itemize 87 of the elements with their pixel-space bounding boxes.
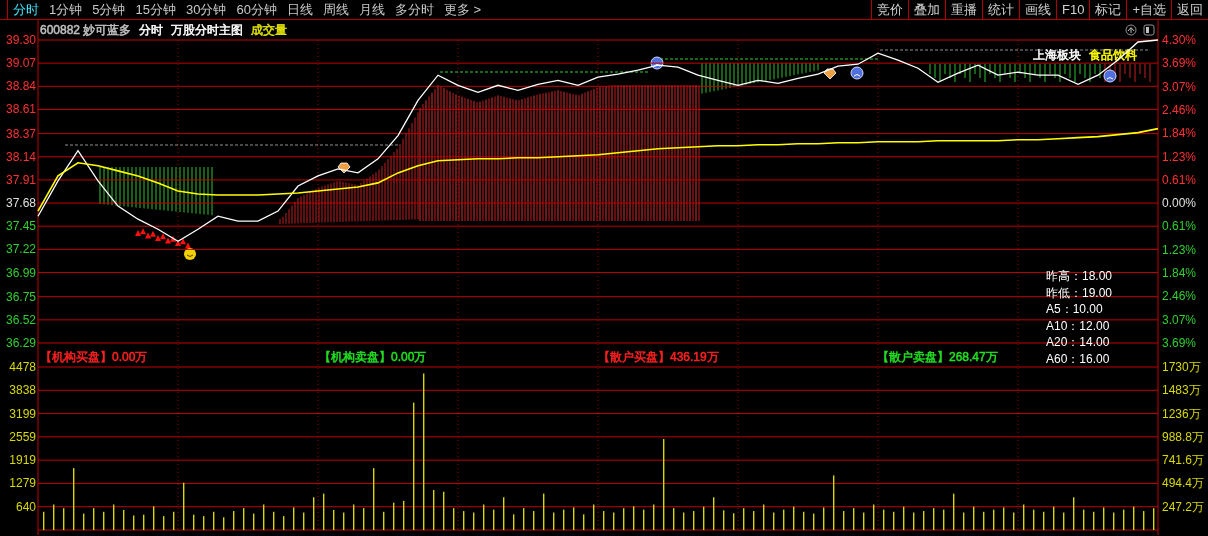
percent-axis-label: 1.84% [1162, 126, 1197, 141]
legend-text: 【机构买盘】0.00万 [40, 350, 148, 364]
timeframe-tab[interactable]: 周线 [317, 0, 354, 19]
timeframe-tab[interactable]: 更多 > [438, 0, 487, 19]
volume-axis-label: 4478 [9, 360, 36, 374]
volume-axis-label: 2559 [9, 429, 36, 444]
price-axis-label: 37.91 [5, 172, 36, 187]
triangle-markers-drawing [135, 228, 191, 249]
diamond-icon [823, 68, 837, 80]
sector-label: 上海板块 [1033, 48, 1081, 62]
volume-axis-label: 3199 [9, 406, 36, 421]
toolbar-button[interactable]: 返回 [1171, 0, 1208, 19]
amount-axis-label: 741.6万 [1162, 453, 1205, 468]
info-line: A20：14.00 [1046, 335, 1110, 349]
smiley-icon [184, 248, 196, 260]
price-axis-label: 38.61 [5, 102, 36, 117]
amount-axis-label: 1236万 [1162, 406, 1201, 421]
chart-title: 万股分时主图 [171, 23, 244, 37]
amount-axis-label: 247.2万 [1162, 499, 1205, 514]
volume-axis-label: 1919 [9, 453, 36, 468]
timeframe-tab[interactable]: 15分钟 [130, 0, 181, 19]
price-axis-label: 37.22 [5, 242, 36, 257]
percent-axis-label: 3.69% [1162, 56, 1197, 71]
price-axis-label: 36.99 [5, 265, 36, 280]
toolbar-button[interactable]: 叠加 [908, 0, 945, 19]
info-line: A10：12.00 [1046, 318, 1110, 333]
price-axis-label: 37.68 [5, 196, 36, 211]
legend-text: 【散户卖盘】268.47万 [877, 350, 998, 364]
face-icon [850, 66, 864, 80]
toolbar-button[interactable]: 重播 [945, 0, 982, 19]
toolbar-button[interactable]: +自选 [1126, 0, 1171, 19]
percent-axis-label: 3.07% [1162, 312, 1197, 327]
timeframe-tab[interactable]: 1分钟 [44, 0, 88, 19]
percent-axis-label: 1.23% [1162, 242, 1197, 257]
diamond-icon [337, 162, 351, 174]
amount-axis-label: 1730万 [1162, 360, 1201, 374]
percent-axis-label: 4.30% [1162, 33, 1197, 47]
legend-text: 【散户买盘】436.19万 [598, 350, 719, 364]
price-axis-label: 38.84 [5, 79, 36, 94]
percent-axis-label: 0.00% [1162, 196, 1197, 211]
timeframe-tab[interactable]: 60分钟 [231, 0, 282, 19]
info-line: A60：16.00 [1046, 351, 1110, 366]
percent-axis-label: 3.69% [1162, 336, 1197, 350]
percent-axis-label: 2.46% [1162, 102, 1197, 117]
chart-title: 成交量 [251, 23, 288, 37]
amount-axis-label: 494.4万 [1162, 476, 1205, 491]
price-axis-label: 38.37 [5, 126, 36, 141]
info-line: 昨低：19.00 [1046, 285, 1113, 300]
volume-axis-label: 640 [15, 499, 36, 514]
panel-toggle-icon[interactable] [1143, 24, 1155, 36]
volume-axis-label: 1279 [9, 476, 36, 491]
toolbar-button[interactable]: 竞价 [871, 0, 908, 19]
timeframe-tab[interactable]: 日线 [281, 0, 318, 19]
amount-axis-label: 988.8万 [1162, 429, 1205, 444]
price-axis-label: 37.45 [5, 219, 36, 234]
price-axis-label: 36.29 [5, 336, 36, 350]
legend-text: 【机构卖盘】0.00万 [319, 350, 427, 364]
toolbar-button[interactable]: 画线 [1019, 0, 1056, 19]
toolbar-button[interactable]: 标记 [1089, 0, 1127, 19]
collapse-up-icon[interactable] [1125, 24, 1137, 36]
percent-axis-label: 2.46% [1162, 289, 1197, 304]
timeframe-tab[interactable]: 多分时 [389, 0, 439, 19]
price-axis-label: 36.52 [5, 312, 36, 327]
timeframe-tab[interactable]: 30分钟 [180, 0, 232, 19]
percent-axis-label: 1.23% [1162, 149, 1197, 164]
sector-label: 食品饮料 [1089, 48, 1137, 62]
price-axis-label: 36.75 [5, 289, 36, 304]
face-icon [650, 56, 664, 70]
amount-axis-label: 1483万 [1162, 383, 1201, 398]
volume-axis-label: 3838 [9, 383, 36, 398]
chart-title: 600882 妙可蓝多 [40, 23, 132, 37]
info-line: 昨高：18.00 [1046, 269, 1113, 283]
toolbar-button[interactable]: 统计 [982, 0, 1019, 19]
price-axis-label: 39.30 [5, 33, 36, 47]
timeframe-tab[interactable]: 月线 [353, 0, 390, 19]
timeframe-tab[interactable]: 5分钟 [87, 0, 131, 19]
percent-axis-label: 3.07% [1162, 79, 1197, 94]
timeframe-tab[interactable]: 分时 [8, 0, 44, 19]
price-axis-label: 38.14 [5, 149, 36, 164]
percent-axis-label: 0.61% [1162, 172, 1197, 187]
toolbar-button[interactable]: F10 [1056, 0, 1090, 19]
price-axis-label: 39.07 [5, 56, 36, 71]
percent-axis-label: 1.84% [1162, 266, 1197, 281]
face-icon [1103, 69, 1117, 83]
info-line: A5：10.00 [1046, 302, 1103, 316]
chart-title: 分时 [139, 23, 164, 37]
percent-axis-label: 0.61% [1162, 219, 1197, 234]
